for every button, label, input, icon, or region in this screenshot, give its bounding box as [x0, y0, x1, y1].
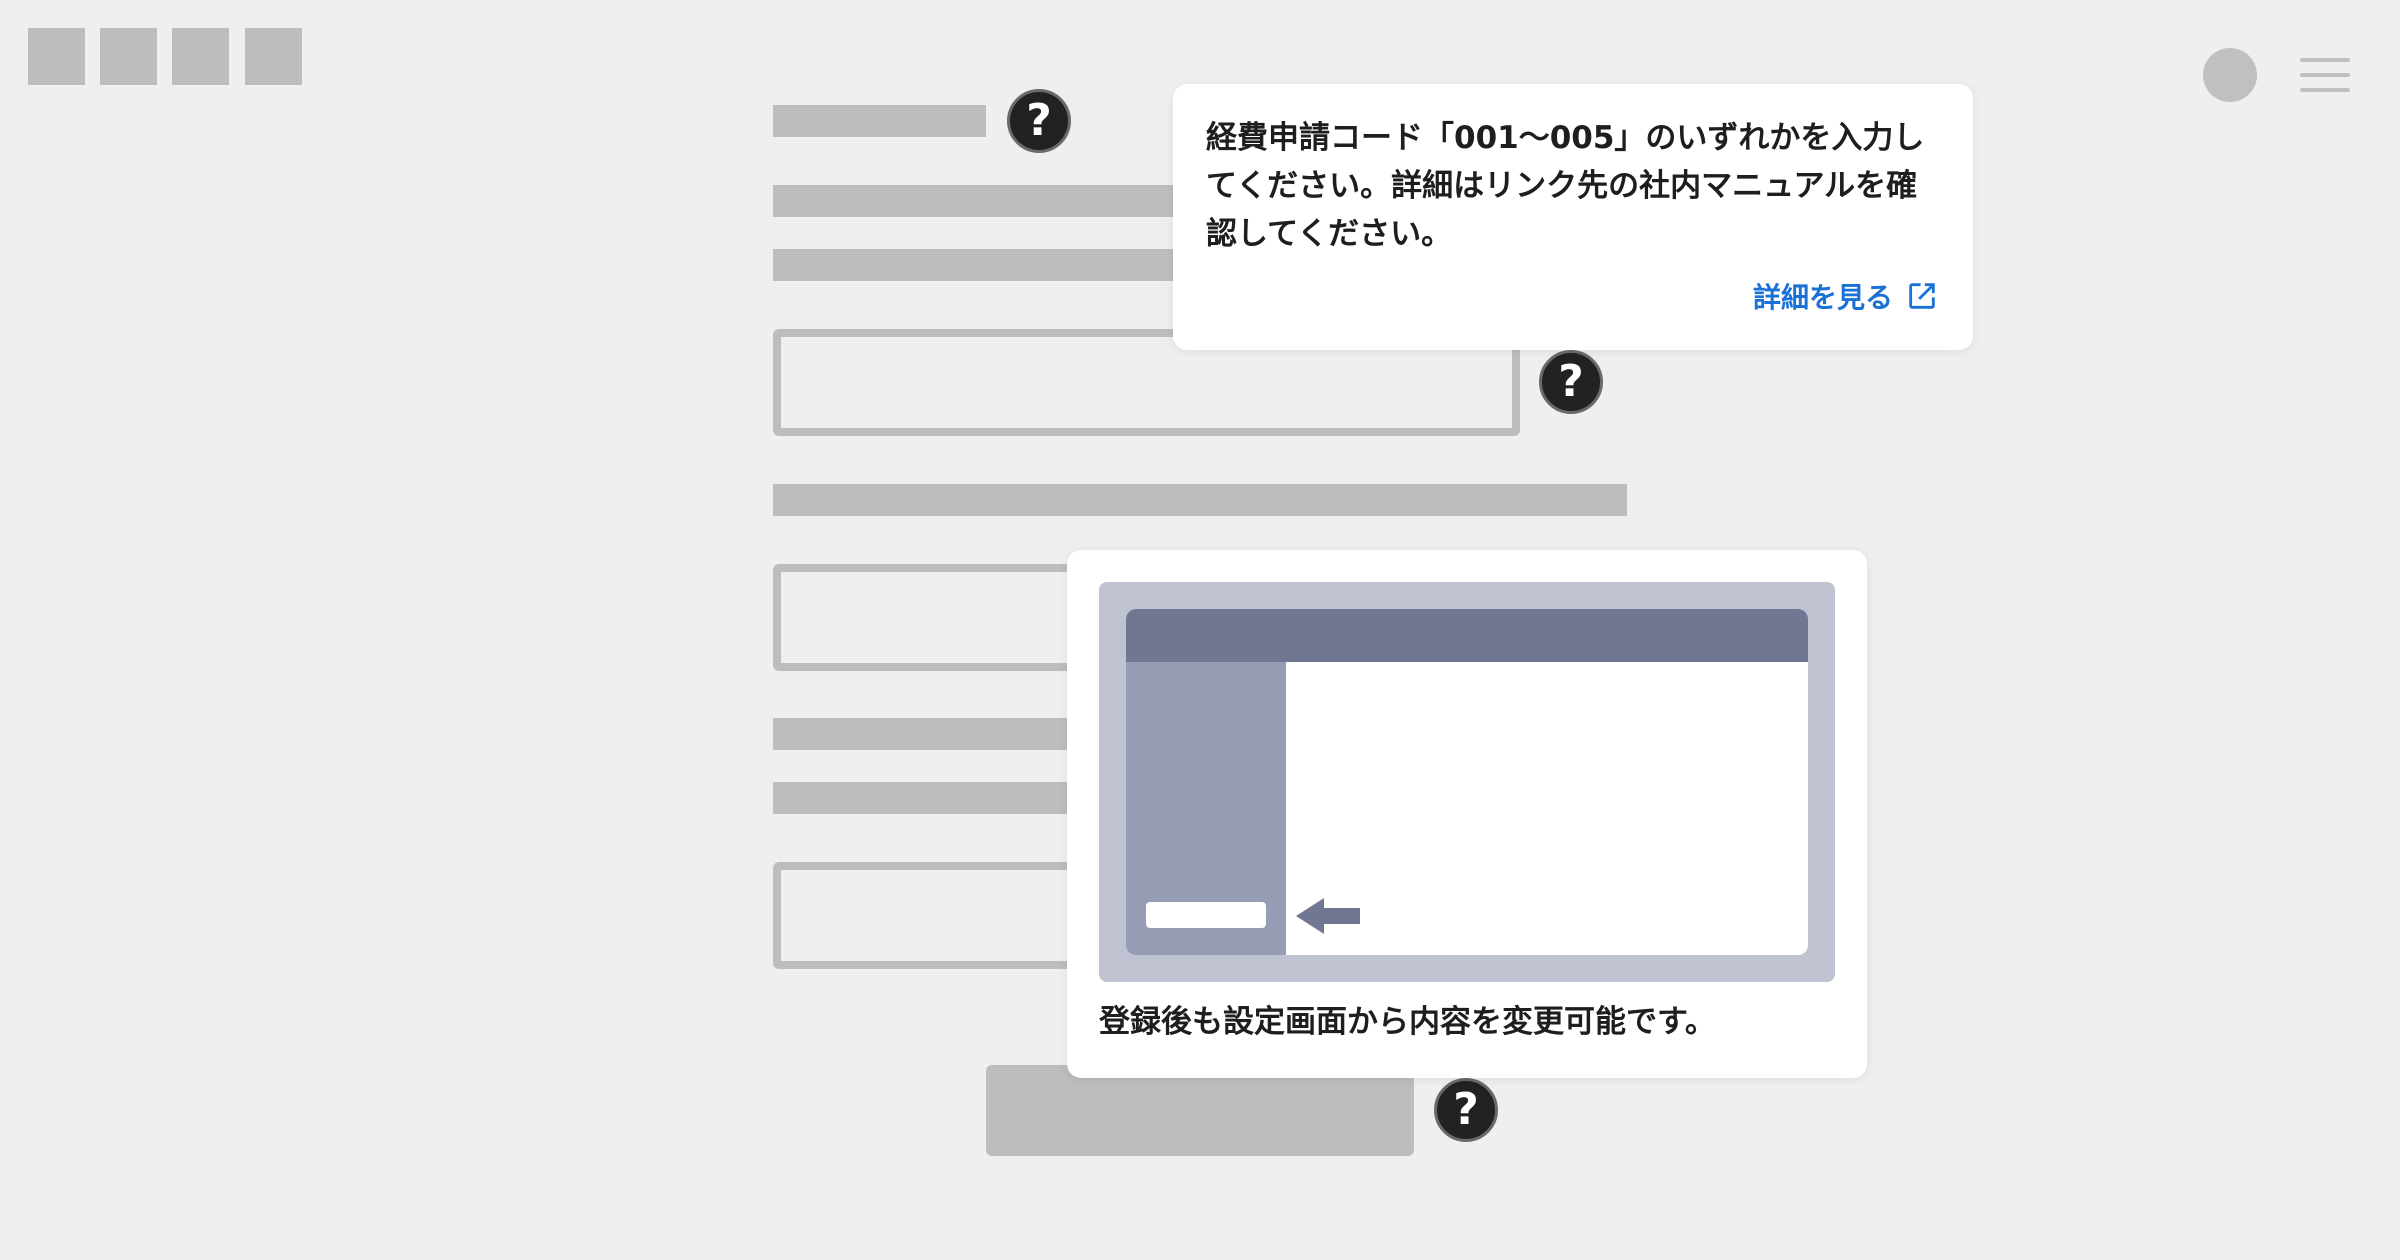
menu-line: [2300, 58, 2350, 62]
logo[interactable]: [28, 28, 303, 85]
field-label-placeholder: [773, 105, 986, 137]
external-link-icon: [1909, 283, 1935, 309]
expense-code-tooltip: 経費申請コード「001〜005」のいずれかを入力してください。詳細はリンク先の社…: [1173, 84, 1973, 350]
illustration-window: [1126, 609, 1808, 955]
settings-screen-illustration: [1099, 582, 1835, 982]
logo-block: [100, 28, 157, 85]
avatar[interactable]: [2203, 48, 2257, 102]
submit-button[interactable]: [986, 1065, 1414, 1156]
text-input[interactable]: [773, 564, 1093, 671]
details-link[interactable]: 詳細を見る: [1753, 276, 1939, 316]
settings-caption: 登録後も設定画面から内容を変更可能です。: [1099, 1004, 1716, 1040]
illustration-window-header: [1126, 609, 1808, 662]
text-input[interactable]: [773, 862, 1093, 969]
menu-line: [2300, 88, 2350, 92]
logo-block: [172, 28, 229, 85]
description-line-placeholder: [773, 718, 1093, 750]
help-icon[interactable]: ?: [1007, 89, 1071, 153]
tooltip-message: 経費申請コード「001〜005」のいずれかを入力してください。詳細はリンク先の社…: [1206, 120, 1925, 252]
hamburger-menu-icon[interactable]: [2300, 58, 2350, 92]
logo-block: [245, 28, 302, 85]
help-icon[interactable]: ?: [1434, 1078, 1498, 1142]
settings-tooltip: 登録後も設定画面から内容を変更可能です。: [1067, 550, 1867, 1078]
description-line-placeholder: [773, 249, 1193, 281]
illustration-sidebar-button: [1146, 902, 1266, 928]
details-link-label: 詳細を見る: [1752, 281, 1893, 314]
field-label-placeholder: [773, 484, 1627, 516]
help-icon[interactable]: ?: [1539, 350, 1603, 414]
menu-line: [2300, 73, 2350, 77]
arrow-left-icon: [1296, 898, 1360, 934]
description-line-placeholder: [773, 782, 1093, 814]
logo-block: [28, 28, 85, 85]
description-line-placeholder: [773, 185, 1193, 217]
